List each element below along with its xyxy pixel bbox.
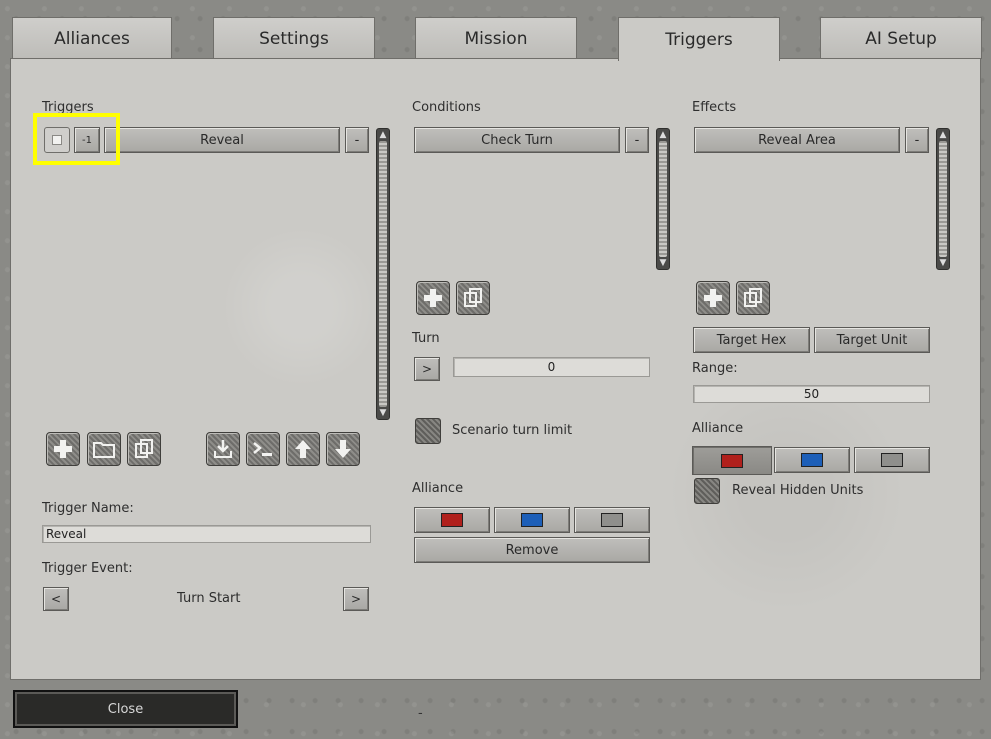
copy-icon: [135, 439, 153, 458]
effects-scrollbar[interactable]: ▲ ▼: [936, 128, 950, 270]
import-trigger-button[interactable]: [206, 432, 240, 466]
range-label: Range:: [692, 361, 738, 376]
condition-alliance-gray-button[interactable]: [574, 507, 650, 533]
reveal-hidden-units-checkbox[interactable]: [694, 478, 720, 504]
reveal-hidden-units-label: Reveal Hidden Units: [732, 483, 864, 498]
gray-swatch: [881, 453, 903, 467]
copy-effect-button[interactable]: [736, 281, 770, 315]
effects-header: Effects: [692, 100, 737, 115]
trigger-event-next-button[interactable]: >: [343, 587, 369, 611]
target-unit-button[interactable]: Target Unit: [814, 327, 930, 353]
turn-label: Turn: [412, 331, 440, 346]
scroll-down-icon[interactable]: ▼: [657, 257, 669, 269]
scroll-down-icon[interactable]: ▼: [937, 257, 949, 269]
move-trigger-down-button[interactable]: [326, 432, 360, 466]
trigger-event-label: Trigger Event:: [42, 561, 133, 576]
terminal-icon: [253, 442, 272, 456]
copy-condition-button[interactable]: [456, 281, 490, 315]
copy-trigger-button[interactable]: [127, 432, 161, 466]
condition-list-item[interactable]: Check Turn: [414, 127, 620, 153]
close-button[interactable]: Close: [13, 690, 238, 728]
footer-dash: -: [418, 706, 423, 721]
effect-list-item[interactable]: Reveal Area: [694, 127, 900, 153]
range-value-input[interactable]: 50: [693, 385, 930, 403]
condition-remove-button[interactable]: -: [625, 127, 649, 153]
effect-alliance-label: Alliance: [692, 421, 744, 436]
scroll-down-icon[interactable]: ▼: [377, 407, 389, 419]
plus-icon: [704, 289, 722, 307]
turn-operator-button[interactable]: >: [414, 357, 440, 381]
add-condition-button[interactable]: [416, 281, 450, 315]
trigger-event-value: Turn Start: [177, 591, 241, 606]
trigger-number: -1: [74, 127, 100, 153]
arrow-up-icon: [295, 440, 311, 458]
blue-swatch: [521, 513, 543, 527]
add-effect-button[interactable]: [696, 281, 730, 315]
trigger-list-item[interactable]: Reveal: [104, 127, 340, 153]
folder-icon: [93, 442, 115, 458]
download-icon: [214, 440, 232, 458]
trigger-remove-button[interactable]: -: [345, 127, 369, 153]
blue-swatch: [801, 453, 823, 467]
condition-alliance-label: Alliance: [412, 481, 464, 496]
scroll-up-icon[interactable]: ▲: [377, 129, 389, 141]
effect-alliance-gray-button[interactable]: [854, 447, 930, 473]
trigger-name-label: Trigger Name:: [42, 501, 134, 516]
turn-value-input[interactable]: 0: [453, 357, 650, 377]
effect-alliance-red-button[interactable]: [692, 446, 772, 475]
console-trigger-button[interactable]: [246, 432, 280, 466]
trigger-enabled-checkbox[interactable]: [44, 127, 70, 153]
gray-swatch: [601, 513, 623, 527]
trigger-event-prev-button[interactable]: <: [43, 587, 69, 611]
copy-icon: [744, 288, 762, 307]
arrow-down-icon: [335, 440, 351, 458]
plus-icon: [424, 289, 442, 307]
add-trigger-button[interactable]: [46, 432, 80, 466]
scenario-turn-limit-label: Scenario turn limit: [452, 423, 573, 438]
trigger-name-input[interactable]: Reveal: [42, 525, 371, 543]
plus-icon: [54, 440, 72, 458]
scroll-up-icon[interactable]: ▲: [937, 129, 949, 141]
scenario-turn-limit-checkbox[interactable]: [415, 418, 441, 444]
triggers-header: Triggers: [42, 100, 94, 115]
target-hex-button[interactable]: Target Hex: [693, 327, 810, 353]
red-swatch: [721, 453, 743, 468]
conditions-scrollbar[interactable]: ▲ ▼: [656, 128, 670, 270]
conditions-header: Conditions: [412, 100, 481, 115]
remove-alliance-button[interactable]: Remove: [414, 537, 650, 563]
move-trigger-up-button[interactable]: [286, 432, 320, 466]
effect-remove-button[interactable]: -: [905, 127, 929, 153]
scroll-up-icon[interactable]: ▲: [657, 129, 669, 141]
effect-alliance-blue-button[interactable]: [774, 447, 850, 473]
condition-alliance-blue-button[interactable]: [494, 507, 570, 533]
condition-alliance-red-button[interactable]: [414, 507, 490, 533]
copy-icon: [464, 288, 482, 307]
red-swatch: [441, 513, 463, 527]
folder-trigger-button[interactable]: [87, 432, 121, 466]
triggers-scrollbar[interactable]: ▲ ▼: [376, 128, 390, 420]
